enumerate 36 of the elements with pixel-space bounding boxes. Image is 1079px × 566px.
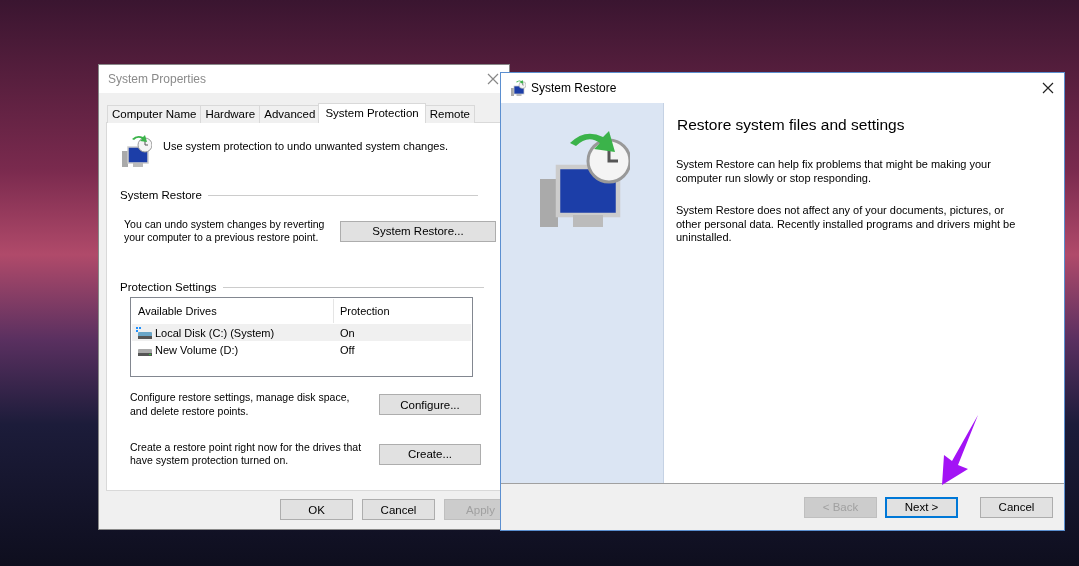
- tab[interactable]: System Protection: [318, 103, 426, 123]
- close-icon: [487, 73, 499, 85]
- action-button[interactable]: Configure...: [379, 394, 481, 415]
- window-title: System Restore: [531, 81, 617, 95]
- drive-row[interactable]: New Volume (D:) Off: [132, 341, 471, 358]
- wizard-button[interactable]: Cancel: [980, 496, 1053, 518]
- description-text: Configure restore settings, manage disk space, and delete restore points.: [130, 391, 351, 418]
- system-restore-button[interactable]: System Restore...: [340, 220, 496, 242]
- system-restore-icon: [510, 80, 526, 96]
- group-heading: System Restore: [120, 189, 202, 201]
- drive-row[interactable]: Local Disk (C:) (System) On: [132, 324, 471, 341]
- action-button[interactable]: Create...: [379, 443, 481, 465]
- body-text: System Restore can help fix problems that might be making your computer run slowly or stop responding.: [676, 158, 992, 185]
- body-text: System Restore does not affect any of your documents, pictures, or other personal data. Recently installed programs and drivers might be uninstalled.: [676, 204, 1017, 245]
- column-header[interactable]: Available Drives: [132, 299, 334, 323]
- drive-name: Local Disk (C:) (System): [155, 326, 275, 339]
- protection-status: On: [339, 326, 355, 339]
- tab[interactable]: Computer Name: [107, 105, 202, 123]
- drive-name: New Volume (D:): [155, 343, 239, 356]
- description-text: You can undo system changes by reverting your computer to a previous restore point.: [124, 217, 326, 245]
- intro-text: Use system protection to undo unwanted system changes.: [163, 140, 448, 154]
- column-header[interactable]: Protection: [334, 299, 471, 323]
- window-title: System Properties: [108, 72, 207, 86]
- group-heading: Protection Settings: [120, 281, 217, 293]
- close-icon: [1042, 82, 1054, 94]
- drive-icon: [136, 326, 152, 339]
- dialog-button[interactable]: OK: [280, 499, 353, 520]
- tab[interactable]: Hardware: [200, 105, 261, 123]
- wizard-button[interactable]: Next >: [885, 496, 958, 518]
- tab[interactable]: Advanced: [259, 105, 321, 123]
- protection-status: Off: [339, 343, 355, 356]
- description-text: Create a restore point right now for the drives that have system protection turned on.: [130, 440, 363, 468]
- tab[interactable]: Remote: [424, 105, 475, 123]
- system-restore-icon: [120, 135, 152, 167]
- dialog-button[interactable]: Cancel: [362, 499, 435, 520]
- page-heading: Restore system files and settings: [677, 116, 906, 134]
